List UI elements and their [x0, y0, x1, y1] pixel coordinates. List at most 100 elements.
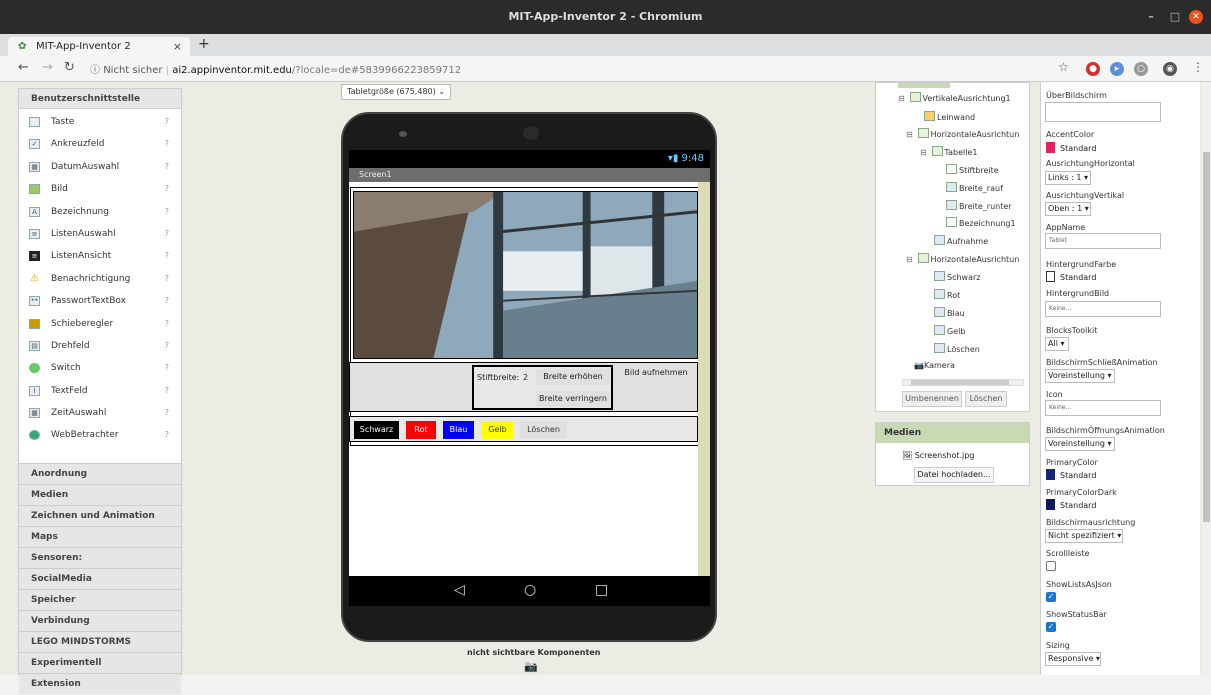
help-icon[interactable]: ?: [165, 335, 169, 357]
delete-button[interactable]: Löschen: [965, 391, 1007, 407]
tree-node-horizontale2[interactable]: ⊟ HorizontaleAusrichtun: [906, 253, 1019, 264]
tree-node-aufnahme[interactable]: Aufnahme: [934, 235, 988, 246]
palette-category-experimentell[interactable]: Experimentell: [19, 652, 181, 673]
screen-size-select[interactable]: Tabletgröße (675,480) ⌄: [341, 84, 451, 100]
new-tab-button[interactable]: +: [198, 36, 210, 52]
tree-node-bezeichnung1[interactable]: Bezeichnung1: [946, 217, 1016, 228]
rename-button[interactable]: Umbenennen: [902, 391, 962, 407]
rot-button[interactable]: Rot: [406, 421, 436, 439]
canvas-leinwand[interactable]: [353, 191, 698, 359]
close-window-button[interactable]: ✕: [1189, 10, 1203, 24]
hgbild-input[interactable]: Keine...: [1045, 301, 1161, 317]
maximize-button[interactable]: □: [1168, 10, 1182, 24]
horizontal-arrangement-2[interactable]: Schwarz Rot Blau Gelb Löschen: [349, 416, 698, 442]
palette-category-maps[interactable]: Maps: [19, 526, 181, 547]
collapse-icon[interactable]: ⊟: [906, 255, 915, 264]
loeschen-button[interactable]: Löschen: [520, 421, 567, 439]
recents-square-icon[interactable]: □: [595, 582, 608, 598]
accentcolor-value[interactable]: Standard: [1046, 142, 1096, 153]
breite-rauf-button[interactable]: Breite erhöhen: [536, 369, 610, 385]
showlists-checkbox[interactable]: ✓: [1046, 592, 1056, 602]
page-scroll-thumb[interactable]: [1203, 152, 1210, 522]
home-circle-icon[interactable]: ○: [524, 582, 536, 598]
ueberbildschirm-textarea[interactable]: [1045, 102, 1161, 122]
upload-file-button[interactable]: Datei hochladen...: [914, 467, 994, 483]
tree-node-schwarz[interactable]: Schwarz: [934, 271, 980, 282]
palette-item-bild[interactable]: Bild?: [19, 178, 181, 200]
palette-item-zeitauswahl[interactable]: ▦ ZeitAuswahl?: [19, 402, 181, 424]
palette-header[interactable]: Benutzerschnittstelle: [19, 89, 181, 109]
orient-select[interactable]: Nicht spezifiziert ▾: [1045, 529, 1123, 543]
help-icon[interactable]: ?: [165, 133, 169, 155]
adblock-extension-icon[interactable]: ●: [1086, 62, 1100, 76]
palette-item-webbetrachter[interactable]: WebBetrachter?: [19, 424, 181, 446]
palette-item-schieberegler[interactable]: Schieberegler?: [19, 313, 181, 335]
primary-value[interactable]: Standard: [1046, 469, 1096, 480]
tree-node-breite-runter[interactable]: Breite_runter: [946, 200, 1012, 211]
help-icon[interactable]: ?: [165, 357, 169, 379]
breite-runter-button[interactable]: Breite verringern: [536, 391, 610, 407]
tree-scroll-thumb[interactable]: [911, 380, 1009, 385]
help-icon[interactable]: ?: [165, 201, 169, 223]
palette-item-textfeld[interactable]: I TextFeld?: [19, 380, 181, 402]
scroll-checkbox[interactable]: [1046, 561, 1056, 571]
tab-close-icon[interactable]: ×: [173, 37, 182, 56]
help-icon[interactable]: ?: [165, 424, 169, 446]
primarydark-value[interactable]: Standard: [1046, 499, 1096, 510]
help-icon[interactable]: ?: [165, 156, 169, 178]
palette-category-sensoren[interactable]: Sensoren:: [19, 547, 181, 568]
palette-item-listenansicht[interactable]: ≡ ListenAnsicht?: [19, 245, 181, 267]
palette-category-speicher[interactable]: Speicher: [19, 589, 181, 610]
help-icon[interactable]: ?: [165, 313, 169, 335]
horizontal-arrangement-1[interactable]: Stiftbreite: 2 Breite erhöhen Breite ver…: [349, 362, 698, 412]
icon-input[interactable]: Keine...: [1045, 400, 1161, 416]
camera-icon[interactable]: 📷: [524, 660, 538, 673]
palette-item-datumauswahl[interactable]: ▦ DatumAuswahl?: [19, 156, 181, 178]
media-file[interactable]: 🖼 Screenshot.jpg: [902, 451, 974, 460]
collapse-icon[interactable]: ⊟: [906, 130, 915, 139]
aufnahme-button[interactable]: Bild aufnehmen: [619, 365, 693, 382]
tree-node-breite-rauf[interactable]: Breite_rauf: [946, 182, 1003, 193]
gelb-button[interactable]: Gelb: [481, 421, 514, 439]
tree-node-gelb[interactable]: Gelb: [934, 325, 965, 336]
tree-node-stiftbreite[interactable]: Stiftbreite: [946, 164, 999, 175]
extension-icon[interactable]: ○: [1134, 62, 1148, 76]
palette-item-bezeichnung[interactable]: A Bezeichnung?: [19, 201, 181, 223]
back-arrow-icon[interactable]: ←: [18, 60, 29, 75]
showstatus-checkbox[interactable]: ✓: [1046, 622, 1056, 632]
help-icon[interactable]: ?: [165, 178, 169, 200]
help-icon[interactable]: ?: [165, 111, 169, 133]
hgfarbe-value[interactable]: Standard: [1046, 271, 1096, 282]
minimize-button[interactable]: –: [1144, 10, 1158, 24]
tree-node-tabelle1[interactable]: ⊟ Tabelle1: [920, 146, 977, 157]
collapse-icon[interactable]: ⊟: [920, 148, 929, 157]
av-select[interactable]: Oben : 1 ▾: [1045, 202, 1091, 216]
browser-menu-icon[interactable]: ⋮: [1192, 60, 1204, 74]
palette-category-extension[interactable]: Extension: [19, 673, 181, 694]
palette-item-ankreuzfeld[interactable]: ✓ Ankreuzfeld?: [19, 133, 181, 155]
palette-item-drehfeld[interactable]: ▤ Drehfeld?: [19, 335, 181, 357]
tree-node-blau[interactable]: Blau: [934, 307, 965, 318]
tree-node-horizontale1[interactable]: ⊟ HorizontaleAusrichtun: [906, 128, 1019, 139]
palette-item-taste[interactable]: Taste?: [19, 111, 181, 133]
tree-node-loeschen[interactable]: Löschen: [934, 343, 980, 354]
palette-item-switch[interactable]: Switch?: [19, 357, 181, 379]
table-tabelle1[interactable]: Stiftbreite: 2 Breite erhöhen Breite ver…: [472, 365, 613, 410]
palette-item-listenauswahl[interactable]: ≡ ListenAuswahl?: [19, 223, 181, 245]
help-icon[interactable]: ?: [165, 268, 169, 290]
palette-category-medien[interactable]: Medien: [19, 484, 181, 505]
palette-category-socialmedia[interactable]: SocialMedia: [19, 568, 181, 589]
palette-item-benachrichtigung[interactable]: ⚠ Benachrichtigung?: [19, 268, 181, 290]
translate-extension-icon[interactable]: ▸: [1110, 62, 1124, 76]
schwarz-button[interactable]: Schwarz: [354, 421, 399, 439]
url-field[interactable]: ⓘ Nicht sicher | ai2.appinventor.mit.edu…: [90, 61, 461, 76]
tree-node-leinwand[interactable]: Leinwand: [924, 111, 975, 122]
reload-icon[interactable]: ↻: [64, 60, 75, 75]
back-triangle-icon[interactable]: ◁: [454, 582, 465, 598]
help-icon[interactable]: ?: [165, 380, 169, 402]
screen-title[interactable]: Screen1: [349, 168, 710, 182]
profile-avatar-icon[interactable]: ◉: [1163, 62, 1177, 76]
palette-category-verbindung[interactable]: Verbindung: [19, 610, 181, 631]
forward-arrow-icon[interactable]: →: [42, 60, 53, 75]
blocks-select[interactable]: All ▾: [1045, 337, 1069, 351]
